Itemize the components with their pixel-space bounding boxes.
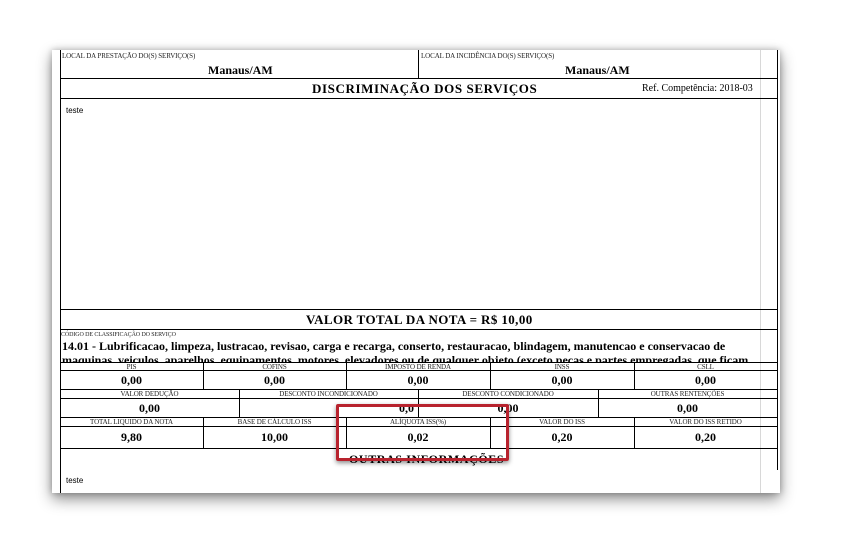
valor-iss-retido-value: 0,20 [695, 430, 716, 444]
base-calculo-label: BASE DE CÁLCULO ISS [237, 418, 312, 426]
pis-value: 0,00 [121, 373, 142, 387]
valor-iss-retido-label: VALOR DO ISS RETIDO [669, 418, 742, 426]
divider-line [60, 329, 778, 330]
outras-retencoes-value: 0,00 [677, 401, 698, 415]
servico-line-2: maquinas, veiculos, aparelhos, equipamen… [62, 353, 749, 362]
valor-total-nota: VALOR TOTAL DA NOTA = R$ 10,00 [306, 312, 533, 327]
base-calculo-value: 10,00 [261, 430, 288, 444]
local-prestacao-value: Manaus/AM [208, 63, 273, 77]
divider-line [60, 98, 778, 99]
desconto-incondicionado-label: DESCONTO INCONDICIONADO [279, 390, 378, 398]
pis-label: PIS [126, 363, 137, 371]
location-divider [418, 50, 419, 78]
divider-line [60, 398, 778, 399]
valor-iss-value: 0,20 [551, 430, 573, 444]
discriminacao-text: teste [66, 106, 84, 115]
invoice-page: LOCAL DA PRESTAÇÃO DO(S) SERVIÇO(S) Mana… [52, 50, 780, 493]
imposto-renda-value: 0,00 [407, 373, 429, 387]
divider-line [60, 78, 778, 79]
codigo-servico-label: CÓDIGO DE CLASSIFICAÇÃO DO SERVIÇO [61, 332, 176, 338]
total-liquido-value: 9,80 [121, 430, 142, 444]
aliquota-iss-label: ALÍQUOTA ISS(%) [389, 418, 447, 426]
valor-deducao-value: 0,00 [139, 401, 160, 415]
imposto-renda-label: IMPOSTO DE RENDA [385, 363, 451, 371]
valor-deducao-label: VALOR DEDUÇÃO [120, 390, 179, 398]
csll-value: 0,00 [695, 373, 716, 387]
outras-informacoes-title: OUTRAS INFORMAÇÕES [349, 452, 505, 466]
inss-label: INSS [554, 363, 570, 371]
servico-description: 14.01 - Lubrificacao, limpeza, lustracao… [62, 339, 774, 362]
valor-iss-label: VALOR DO ISS [539, 418, 585, 426]
frame-right-border [777, 50, 778, 470]
csll-label: CSLL [697, 363, 714, 371]
aliquota-iss-value: 0,02 [407, 430, 429, 444]
discriminacao-title: DISCRIMINAÇÃO DOS SERVIÇOS [312, 81, 538, 96]
invoice-document: LOCAL DA PRESTAÇÃO DO(S) SERVIÇO(S) Mana… [60, 50, 778, 493]
desconto-condicionado-value: 0,00 [497, 401, 519, 415]
desconto-condicionado-label: DESCONTO CONDICIONADO [462, 390, 554, 398]
servico-line-1: 14.01 - Lubrificacao, limpeza, lustracao… [62, 339, 726, 353]
divider-line [60, 448, 778, 449]
outras-retencoes-label: OUTRAS RENTENÇÕES [650, 390, 725, 398]
ref-competencia: Ref. Competência: 2018-03 [642, 83, 753, 94]
desconto-incondicionado-value: 0,0 [399, 401, 414, 415]
outras-informacoes-text: teste [66, 476, 84, 485]
local-incidencia-value: Manaus/AM [565, 63, 630, 77]
local-prestacao-label: LOCAL DA PRESTAÇÃO DO(S) SERVIÇO(S) [62, 52, 196, 60]
inss-value: 0,00 [551, 373, 573, 387]
total-liquido-label: TOTAL LIQUIDO DA NOTA [90, 418, 173, 426]
cofins-value: 0,00 [264, 373, 285, 387]
local-incidencia-label: LOCAL DA INCIDÊNCIA DO(S) SERVIÇO(S) [421, 52, 555, 60]
cofins-label: COFINS [262, 363, 287, 371]
divider-line [60, 426, 778, 427]
divider-line [60, 309, 778, 310]
